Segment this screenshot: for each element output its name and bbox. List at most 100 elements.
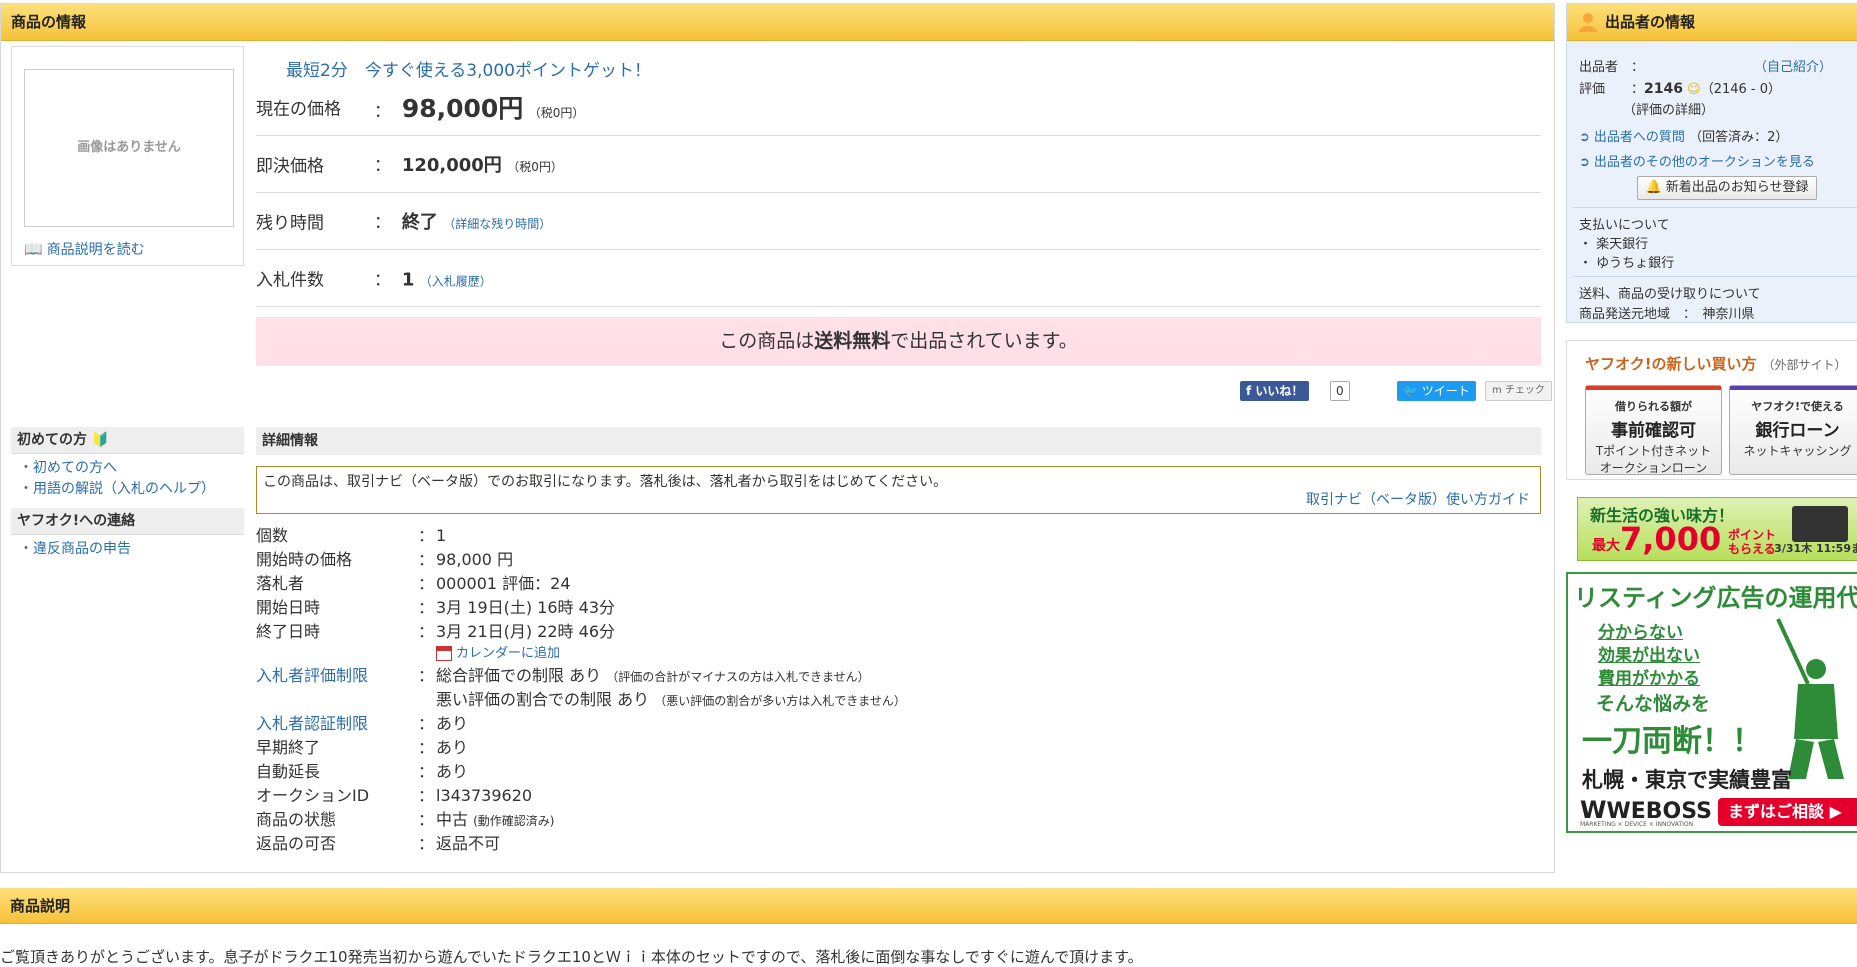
- ad2-city: 札幌・東京で実績豊富: [1582, 768, 1792, 792]
- contact-header: ヤフオク!への連絡: [11, 508, 244, 535]
- beginner-leaf-icon: 🔰: [91, 432, 110, 448]
- check-button[interactable]: m チェック: [1485, 381, 1552, 401]
- colon: ：: [374, 213, 391, 233]
- external-site-note: （外部サイト）: [1762, 358, 1847, 372]
- spec-value: あり: [436, 714, 469, 733]
- nav-link-report-violation[interactable]: 違反商品の申告: [19, 539, 244, 560]
- credit-card-image: [1792, 506, 1848, 542]
- weboss-ad-banner[interactable]: リスティング広告の運用代行 分からない 効果が出ない 費用がかかる そんな悩みを…: [1566, 572, 1857, 833]
- nav-link-glossary[interactable]: 用語の解説（入札のヘルプ）: [19, 479, 244, 500]
- check-label: チェック: [1504, 385, 1545, 396]
- seller-question-link[interactable]: 出品者への質問: [1579, 130, 1685, 145]
- bidder-rating-limit-link[interactable]: 入札者評価制限: [256, 664, 368, 688]
- spec-row: 個数 ： 1: [256, 524, 1541, 548]
- payment-link[interactable]: 支払いについて: [1579, 214, 1670, 233]
- card-line1: 借りられる額が: [1615, 400, 1692, 413]
- buyout-price-row: 即決価格 ： 120,000円 （税0円）: [256, 136, 1541, 193]
- free-ship-post: で出品されています。: [890, 330, 1078, 352]
- product-info-panel: 商品の情報 画像はありません 📖 商品説明を読む 最短2分 今すぐ使える3,000…: [0, 3, 1555, 873]
- new-listing-notify-button[interactable]: 🔔 新着出品のお知らせ登録: [1637, 176, 1817, 200]
- time-left-label: 残り時間: [256, 213, 324, 234]
- ad1-deadline: 3/31木 11:59ま: [1774, 542, 1857, 555]
- spec-row: 開始日時 ： 3月 19日(土) 16時 43分: [256, 596, 1541, 620]
- spec-key: 落札者: [256, 574, 305, 593]
- colon: ：: [418, 834, 435, 853]
- seller-info-header: 出品者の情報: [1567, 4, 1857, 41]
- ad2-consult-button[interactable]: まずはご相談 ▶: [1718, 798, 1857, 826]
- ad1-points-word: ポイント: [1728, 528, 1777, 542]
- new-buying-panel: ヤフオク!の新しい買い方 （外部サイト） 借りられる額が 事前確認可 Tポイント付…: [1566, 340, 1857, 480]
- rating-label: 評価 ：: [1579, 82, 1645, 97]
- seller-question-row: 出品者への質問 （回答済み：2）: [1579, 126, 1788, 145]
- payment-item: ・ 楽天銀行: [1579, 237, 1649, 252]
- seller-info-panel: 出品者の情報 出品者 ：（自己紹介） 評価 ：2146 ☺（2146 - 0） …: [1566, 3, 1857, 323]
- colon: ：: [374, 102, 391, 122]
- ad2-big-text: 一刀両断！！: [1582, 724, 1762, 759]
- trade-navi-guide-link[interactable]: 取引ナビ（ベータ版）使い方ガイド: [1306, 489, 1530, 509]
- time-left-detail-link[interactable]: （詳細な残り時間）: [443, 217, 551, 231]
- spec-value: 3月 19日(土) 16時 43分: [436, 598, 616, 617]
- beginners-header: 初めての方 🔰: [11, 427, 244, 454]
- social-buttons: f いいね！ 0 🐦 ツイート m チェック: [1240, 381, 1552, 403]
- colon: ：: [374, 156, 391, 176]
- ad1-amount: 7,000: [1620, 520, 1722, 558]
- new-buying-title[interactable]: ヤフオク!の新しい買い方 （外部サイト）: [1585, 353, 1847, 374]
- tpoint-ad-banner[interactable]: 新生活の強い味方！ 最大7,000 ポイント もらえる 3/31木 11:59ま: [1577, 497, 1857, 561]
- other-auctions-link[interactable]: 出品者のその他のオークションを見る: [1579, 155, 1815, 170]
- bid-history-link[interactable]: （入札履歴）: [420, 275, 492, 289]
- buyout-price-value: 120,000円: [401, 155, 502, 176]
- spec-key: 個数: [256, 526, 289, 545]
- nav-link-beginners[interactable]: 初めての方へ: [19, 458, 244, 479]
- tweet-label: ツイート: [1421, 384, 1470, 398]
- beginners-title: 初めての方: [17, 432, 87, 448]
- current-price-row: 現在の価格 ： 98,000円 （税0円）: [256, 79, 1541, 136]
- spec-note: （悪い評価の割合が多い方は入札できません）: [654, 694, 906, 708]
- colon: ：: [418, 666, 435, 685]
- like-count: 0: [1330, 381, 1350, 401]
- loan-card-bank[interactable]: ヤフオク!で使える 銀行ローン ネットキャッシング: [1729, 385, 1857, 475]
- ad2-worry: 効果が出ない: [1598, 646, 1700, 666]
- bid-count-label: 入札件数: [256, 270, 324, 291]
- divider: [1573, 276, 1857, 277]
- tweet-button[interactable]: 🐦 ツイート: [1397, 381, 1476, 401]
- colon: ：: [418, 810, 435, 829]
- rating-detail-link[interactable]: （評価の詳細）: [1623, 99, 1714, 118]
- bidder-auth-limit-link[interactable]: 入札者認証制限: [256, 712, 368, 736]
- ad2-logo-sub: MARKETING × DEVICE × INNOVATION: [1580, 821, 1694, 828]
- colon: ：: [374, 270, 391, 291]
- seller-name-row: 出品者 ： （自己紹介）: [1579, 56, 1832, 75]
- ad2-worry: 費用がかかる: [1598, 669, 1700, 689]
- bid-count-row: 入札件数 ： 1 （入札履歴）: [256, 250, 1541, 307]
- bell-icon: 🔔: [1645, 180, 1662, 195]
- spec-value: 返品不可: [436, 834, 501, 853]
- spec-note: （評価の合計がマイナスの方は入札できません）: [606, 670, 870, 684]
- left-nav: 初めての方 🔰 初めての方へ 用語の解説（入札のヘルプ） ヤフオク!への連絡 違…: [11, 427, 244, 568]
- points-promo-link[interactable]: 最短2分 今すぐ使える3,000ポイントゲット！: [286, 56, 651, 81]
- spec-key: 商品の状態: [256, 810, 337, 829]
- check-icon: m: [1492, 385, 1502, 396]
- seller-info-title: 出品者の情報: [1605, 13, 1696, 31]
- loan-card-preapproval[interactable]: 借りられる額が 事前確認可 Tポイント付きネット オークションローン: [1585, 385, 1722, 475]
- self-intro-link[interactable]: （自己紹介）: [1754, 60, 1832, 75]
- new-buying-title-text: ヤフオク!の新しい買い方: [1585, 355, 1757, 373]
- ad2-headline: リスティング広告の運用代行: [1574, 584, 1857, 612]
- book-icon: 📖: [24, 240, 43, 258]
- description-text: ご覧頂きありがとうございます。息子がドラクエ10発売当初から遊んでいたドラクエ1…: [0, 948, 1143, 966]
- spec-key: 返品の可否: [256, 834, 337, 853]
- calendar-icon: [436, 646, 452, 661]
- spec-row: 自動延長 ：あり: [256, 760, 1541, 784]
- spec-value: 中古: [436, 810, 469, 829]
- ad1-points: 最大7,000: [1592, 520, 1721, 558]
- read-description-link[interactable]: 📖 商品説明を読む: [24, 239, 145, 259]
- current-price-label: 現在の価格: [256, 99, 341, 120]
- facebook-like-button[interactable]: f いいね！: [1240, 381, 1310, 401]
- seller-label: 出品者 ：: [1579, 60, 1645, 75]
- spec-row: 早期終了 ：あり: [256, 736, 1541, 760]
- card-line1: ヤフオク!で使える: [1751, 400, 1844, 413]
- ad2-worry: 分からない: [1598, 623, 1683, 643]
- colon: ：: [418, 526, 435, 545]
- description-header: 商品説明: [0, 888, 1857, 924]
- shipping-link[interactable]: 送料、商品の受け取りについて: [1579, 283, 1761, 302]
- add-to-calendar-link[interactable]: カレンダーに追加: [436, 644, 560, 664]
- time-left-value: 終了: [401, 212, 438, 233]
